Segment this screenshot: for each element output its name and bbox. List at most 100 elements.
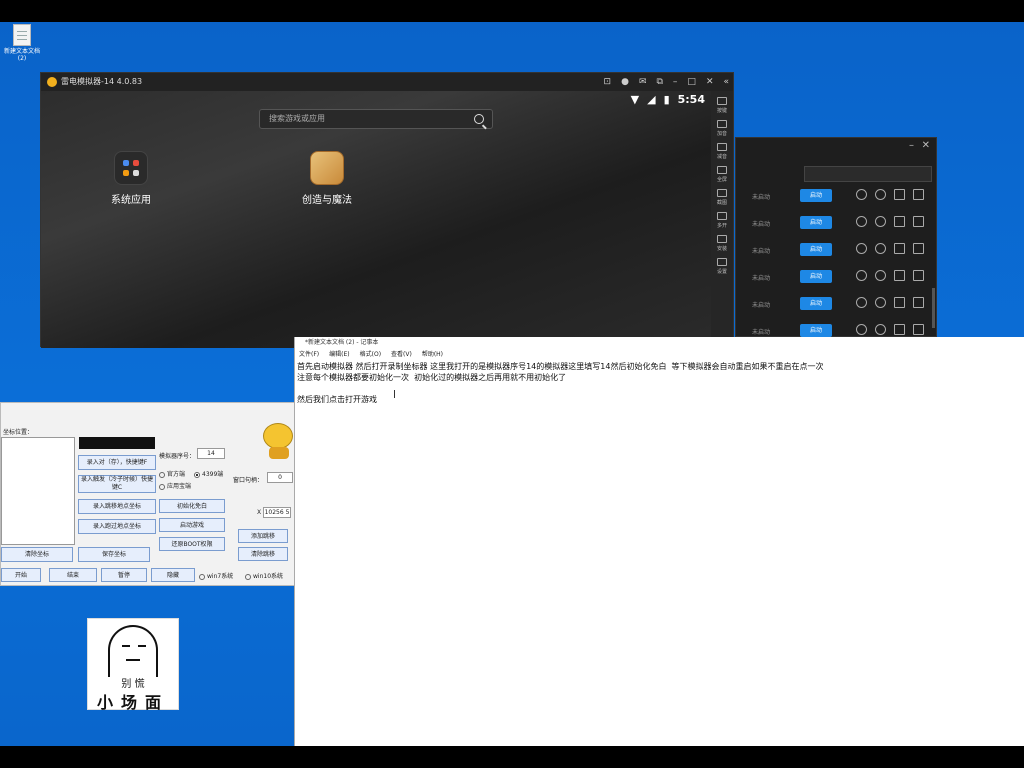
delete-icon[interactable] <box>913 189 924 200</box>
notepad-editor[interactable]: 首先启动模拟器 然后打开录制坐标器 这里我打开的是模拟器序号14的模拟器这里填写… <box>295 361 1024 405</box>
record-pass-button[interactable]: 录入跑过地点坐标 <box>78 519 156 534</box>
start-instance-button[interactable]: 启动 <box>800 270 832 283</box>
sync-icon[interactable] <box>856 189 867 200</box>
save-coords-button[interactable]: 保存坐标 <box>78 547 150 562</box>
start-instance-button[interactable]: 启动 <box>800 297 832 310</box>
record-chain-button[interactable]: 录入触发（冷子时候）快捷键C <box>78 475 156 493</box>
start-game-button[interactable]: 启动游戏 <box>159 518 225 532</box>
x-input[interactable]: 10256 5 <box>263 507 291 518</box>
sidebar-item-screenshot[interactable]: 截图 <box>711 189 733 206</box>
init-button[interactable]: 初始化免白 <box>159 499 225 513</box>
record-jump-button[interactable]: 录入跳移地点坐标 <box>78 499 156 514</box>
pause-button[interactable]: 暂停 <box>101 568 147 582</box>
end-button[interactable]: 结束 <box>49 568 97 582</box>
shortcut-icon[interactable] <box>894 297 905 308</box>
shortcut-icon[interactable] <box>894 243 905 254</box>
radio-win7[interactable]: win7系统 <box>199 571 233 580</box>
sidebar-item-settings[interactable]: 设置 <box>711 258 733 275</box>
meme-eye <box>122 645 130 647</box>
start-instance-button[interactable]: 启动 <box>800 243 832 256</box>
start-instance-button[interactable]: 启动 <box>800 189 832 202</box>
menu-view[interactable]: 查看(V) <box>391 349 412 361</box>
close-icon[interactable]: ✕ <box>922 140 930 151</box>
start-button[interactable]: 开始 <box>1 568 41 582</box>
restore-icon[interactable] <box>875 243 886 254</box>
maximize-icon[interactable]: □ <box>687 73 696 91</box>
menu-format[interactable]: 格式(O) <box>360 349 381 361</box>
mail-icon[interactable]: ✉ <box>639 73 647 91</box>
sync-icon[interactable] <box>856 243 867 254</box>
radio-circle <box>245 573 251 580</box>
scrollbar[interactable] <box>932 288 935 328</box>
sidebar-item-install[interactable]: 安装 <box>711 235 733 252</box>
start-instance-button[interactable]: 启动 <box>800 216 832 229</box>
emulator-window: 雷电模拟器-14 4.0.83 ⊡ ● ✉ ⧉ – □ ✕ « ▼ ◢ ▮ 5:… <box>40 72 734 348</box>
app-search-input[interactable]: 搜索游戏或应用 <box>259 109 493 129</box>
radio-circle <box>159 483 165 490</box>
delete-icon[interactable] <box>913 297 924 308</box>
menu-edit[interactable]: 编辑(E) <box>329 349 349 361</box>
wifi-icon: ▼ <box>630 93 640 106</box>
record-fixed-button[interactable]: 录入对（存），快捷键F <box>78 455 156 470</box>
instance-status: 未启动 <box>752 329 771 336</box>
shortcut-icon[interactable] <box>894 216 905 227</box>
minimize-icon[interactable]: – <box>909 140 914 151</box>
delete-icon[interactable] <box>913 216 924 227</box>
restore-boot-button[interactable]: 还原BOOT权限 <box>159 537 225 551</box>
sidebar-item-multi[interactable]: 多开 <box>711 212 733 229</box>
restore-icon[interactable] <box>875 216 886 227</box>
user-icon[interactable]: ● <box>621 73 629 91</box>
search-icon[interactable] <box>474 114 484 124</box>
desktop-file-icon[interactable]: 新建文本文档 (2) <box>4 24 40 62</box>
sidebar-item-volume-up[interactable]: 加音 <box>711 120 733 137</box>
restore-icon[interactable]: ⧉ <box>656 73 662 91</box>
instance-search-input[interactable] <box>804 166 932 182</box>
letterbox-top <box>0 0 1024 22</box>
app-system-apps[interactable]: 系统应用 <box>91 151 171 206</box>
shortcut-icon[interactable] <box>894 270 905 281</box>
menu-help[interactable]: 帮助(H) <box>422 349 443 361</box>
hide-button[interactable]: 隐藏 <box>151 568 195 582</box>
radio-app[interactable]: 应用宝端 <box>159 481 191 490</box>
sync-icon[interactable] <box>856 270 867 281</box>
window-handle-input[interactable]: 0 <box>267 472 293 483</box>
radio-circle <box>159 471 165 478</box>
radio-circle <box>194 471 200 478</box>
shortcut-icon[interactable] <box>894 324 905 335</box>
delete-icon[interactable] <box>913 324 924 335</box>
sync-icon[interactable] <box>856 297 867 308</box>
sidebar-item-volume-down[interactable]: 减音 <box>711 143 733 160</box>
minimize-icon[interactable]: – <box>673 73 678 91</box>
gamepad-icon[interactable]: ⊡ <box>604 73 612 91</box>
app-game[interactable]: 创造与魔法 <box>287 151 367 206</box>
add-jump-button[interactable]: 添加跳移 <box>238 529 288 543</box>
sync-icon[interactable] <box>856 324 867 335</box>
clear-coords-button[interactable]: 清除坐标 <box>1 547 73 562</box>
emu-index-input[interactable]: 14 <box>197 448 225 459</box>
instance-row: 未启动 启动 <box>736 265 936 291</box>
radio-win10[interactable]: win10系统 <box>245 571 283 580</box>
restore-icon[interactable] <box>875 270 886 281</box>
restore-icon[interactable] <box>875 324 886 335</box>
collapse-icon[interactable]: « <box>723 73 729 91</box>
menu-file[interactable]: 文件(F) <box>299 349 319 361</box>
multi-instance-window: – ✕ 未启动 启动 未启动 启动 未启动 启动 未启动 启动 未启动 启动 未… <box>735 137 937 337</box>
radio-official[interactable]: 官方端 <box>159 469 185 478</box>
delete-icon[interactable] <box>913 243 924 254</box>
coord-display <box>79 437 155 449</box>
multi-instance-icon <box>717 212 727 220</box>
delete-icon[interactable] <box>913 270 924 281</box>
sync-icon[interactable] <box>856 216 867 227</box>
clear-jump-button[interactable]: 清除跳移 <box>238 547 288 561</box>
sidebar-item-keys[interactable]: 按键 <box>711 97 733 114</box>
emulator-titlebar: 雷电模拟器-14 4.0.83 ⊡ ● ✉ ⧉ – □ ✕ « <box>41 73 733 91</box>
restore-icon[interactable] <box>875 297 886 308</box>
shortcut-icon[interactable] <box>894 189 905 200</box>
radio-4399[interactable]: 4399端 <box>194 469 223 478</box>
restore-icon[interactable] <box>875 189 886 200</box>
coord-list[interactable] <box>1 437 75 545</box>
emulator-title: 雷电模拟器-14 4.0.83 <box>61 77 143 86</box>
close-icon[interactable]: ✕ <box>706 73 714 91</box>
start-instance-button[interactable]: 启动 <box>800 324 832 337</box>
sidebar-item-fullscreen[interactable]: 全屏 <box>711 166 733 183</box>
